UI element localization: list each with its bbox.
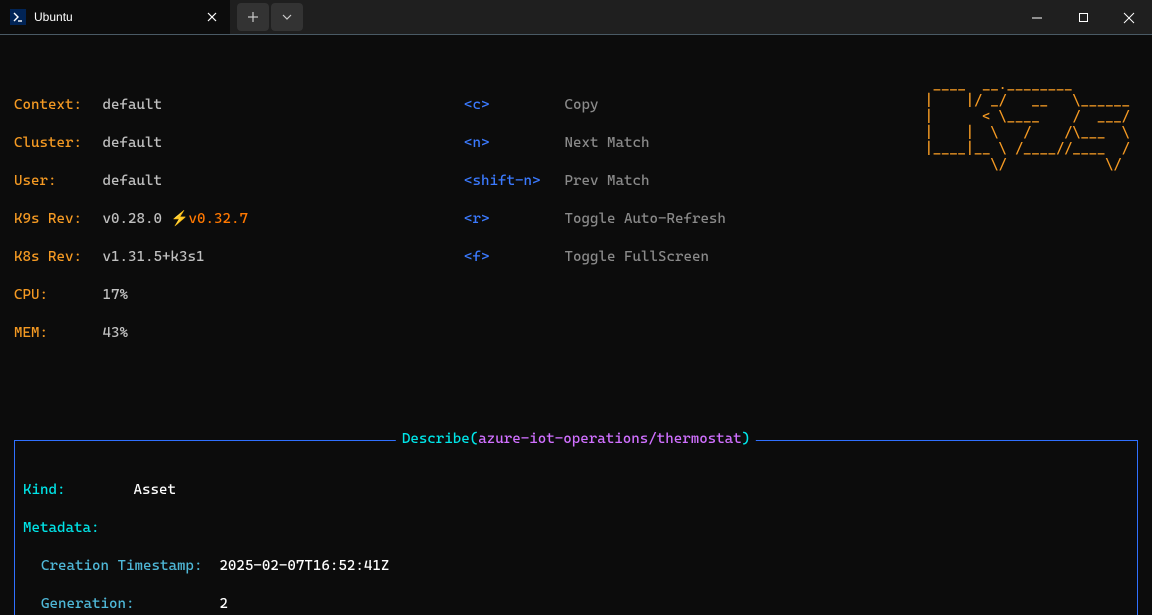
terminal-content: Context: default Cluster: default User: … xyxy=(0,35,1152,615)
cpu-value: 17% xyxy=(103,287,129,303)
metadata-label: Metadata xyxy=(23,519,91,538)
cluster-info: Context: default Cluster: default User: … xyxy=(14,77,464,381)
close-window-button[interactable] xyxy=(1106,0,1152,35)
cpu-label: CPU: xyxy=(14,286,94,305)
k9s-rev-label: K9s Rev: xyxy=(14,210,94,229)
shortcut-key-f: <f> xyxy=(464,248,556,267)
cluster-value: default xyxy=(103,135,162,151)
generation-label: Generation xyxy=(41,595,126,614)
shortcuts-panel: <c> Copy <n> Next Match <shift-n> Prev M… xyxy=(464,77,884,381)
mem-label: MEM: xyxy=(14,324,94,343)
minimize-button[interactable] xyxy=(1014,0,1060,35)
k8s-rev-value: v1.31.5+k3s1 xyxy=(103,249,205,265)
close-tab-icon[interactable] xyxy=(206,11,218,23)
bolt-icon: ⚡ xyxy=(170,211,188,227)
k9s-update-value: v0.32.7 xyxy=(189,211,248,227)
shortcut-desc-r: Toggle Auto-Refresh xyxy=(565,211,726,227)
powershell-icon xyxy=(10,9,26,25)
tab-title: Ubuntu xyxy=(34,8,198,27)
tab-ubuntu[interactable]: Ubuntu xyxy=(0,0,230,34)
shortcut-key-shift-n: <shift-n> xyxy=(464,172,556,191)
shortcut-desc-n: Next Match xyxy=(565,135,650,151)
describe-panel[interactable]: Describe(azure-iot-operations/thermostat… xyxy=(14,440,1138,615)
user-value: default xyxy=(103,173,162,189)
kind-label: Kind xyxy=(23,481,57,500)
context-value: default xyxy=(103,97,162,113)
maximize-button[interactable] xyxy=(1060,0,1106,35)
shortcut-desc-c: Copy xyxy=(565,97,599,113)
k9s-logo: ____ __.________ | |/ _/ __ \______ | < … xyxy=(925,77,1138,173)
k8s-rev-label: K8s Rev: xyxy=(14,248,94,267)
shortcut-desc-shift-n: Prev Match xyxy=(565,173,650,189)
window-controls xyxy=(1014,0,1152,34)
shortcut-key-c: <c> xyxy=(464,96,556,115)
shortcut-desc-f: Toggle FullScreen xyxy=(565,249,709,265)
generation-value: 2 xyxy=(219,596,228,612)
k9s-rev-value: v0.28.0 xyxy=(103,211,162,227)
user-label: User: xyxy=(14,172,94,191)
creation-ts-label: Creation Timestamp xyxy=(41,557,194,576)
tab-dropdown-button[interactable] xyxy=(271,3,303,31)
context-label: Context: xyxy=(14,96,94,115)
cluster-label: Cluster: xyxy=(14,134,94,153)
new-tab-button[interactable] xyxy=(237,3,269,31)
shortcut-key-r: <r> xyxy=(464,210,556,229)
shortcut-key-n: <n> xyxy=(464,134,556,153)
mem-value: 43% xyxy=(103,325,129,341)
tab-actions xyxy=(230,0,310,34)
titlebar: Ubuntu xyxy=(0,0,1152,35)
kind-value: Asset xyxy=(133,482,175,498)
describe-title: Describe(azure-iot-operations/thermostat… xyxy=(396,430,756,449)
creation-ts-value: 2025-02-07T16:52:41Z xyxy=(219,558,389,574)
